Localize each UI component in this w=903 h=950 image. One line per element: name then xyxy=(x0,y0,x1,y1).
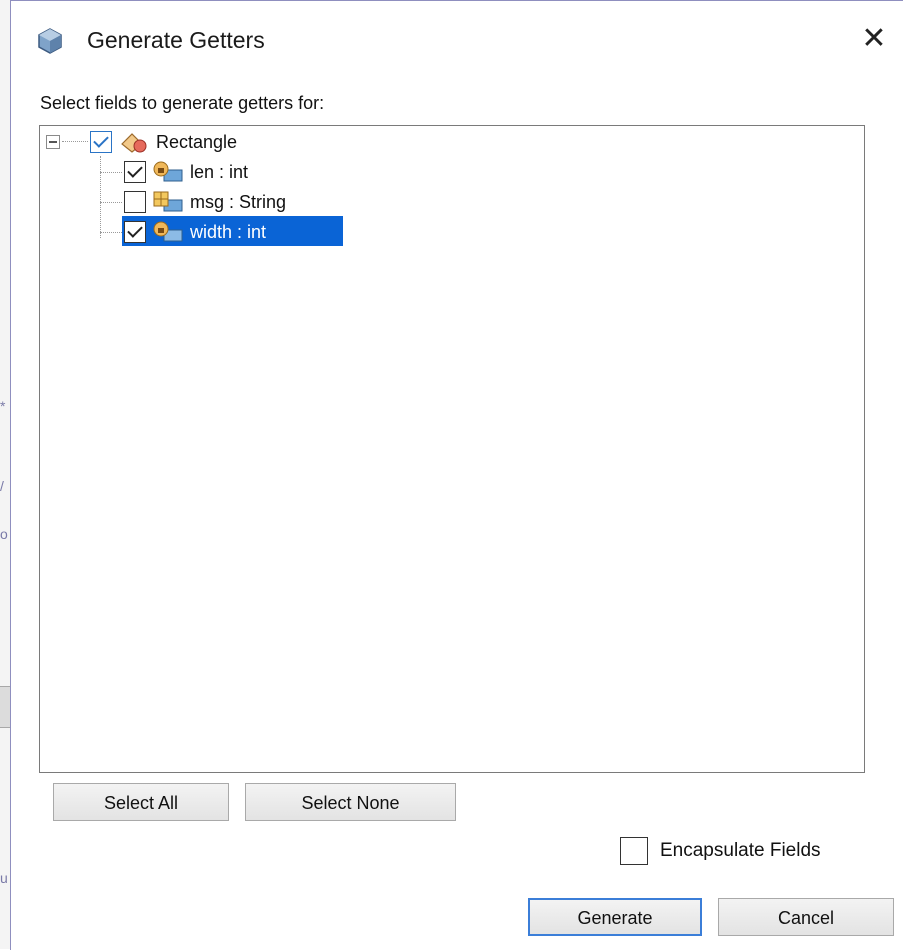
tree-connector xyxy=(100,172,122,173)
encapsulate-fields-option[interactable]: Encapsulate Fields xyxy=(620,837,821,865)
editor-glyph: / xyxy=(0,478,4,494)
tree-node-label: len : int xyxy=(190,161,249,182)
len-checkbox[interactable] xyxy=(124,161,146,183)
field-icon xyxy=(153,191,183,212)
editor-tab xyxy=(0,686,10,728)
fields-prompt-label: Select fields to generate getters for: xyxy=(40,93,325,113)
generate-getters-dialog: Generate Getters ✕ Select fields to gene… xyxy=(10,0,903,950)
cancel-button[interactable]: Cancel xyxy=(718,898,894,936)
select-none-button[interactable]: Select None xyxy=(245,783,456,821)
rectangle-checkbox[interactable] xyxy=(90,131,112,153)
tree-node-msg[interactable]: msg : String xyxy=(124,188,286,216)
dialog-title: Generate Getters xyxy=(87,27,265,53)
select-all-button[interactable]: Select All xyxy=(53,783,229,821)
class-icon xyxy=(121,133,147,153)
collapse-toggle[interactable] xyxy=(46,135,60,149)
title-bar[interactable]: Generate Getters ✕ xyxy=(11,1,903,81)
editor-glyph: u xyxy=(0,870,8,886)
tree-connector xyxy=(100,156,101,238)
close-icon: ✕ xyxy=(861,22,887,55)
tree-connector xyxy=(62,141,88,142)
editor-glyph: o xyxy=(0,526,8,542)
width-checkbox[interactable] xyxy=(124,221,146,243)
tree-node-label: Rectangle xyxy=(156,131,238,152)
tree-connector xyxy=(100,202,122,203)
private-field-icon xyxy=(153,161,183,182)
fields-tree[interactable]: Rectangle len : int msg : String width:… xyxy=(39,125,865,773)
close-button[interactable]: ✕ xyxy=(854,19,894,59)
tree-connector xyxy=(100,232,122,233)
tree-node-rectangle[interactable]: Rectangle xyxy=(90,128,237,156)
tree-node-width[interactable]: width : int xyxy=(124,218,266,246)
generate-button[interactable]: Generate xyxy=(528,898,702,936)
tree-node-label: msg : String xyxy=(190,191,287,212)
editor-glyph: * xyxy=(0,398,6,414)
tree-node-len[interactable]: len : int xyxy=(124,158,248,186)
private-field-icon xyxy=(153,221,183,242)
encapsulate-fields-label: Encapsulate Fields xyxy=(660,840,821,861)
msg-checkbox[interactable] xyxy=(124,191,146,213)
encapsulate-fields-checkbox[interactable] xyxy=(620,837,648,865)
netbeans-cube-icon xyxy=(38,28,62,54)
tree-node-label: width : int xyxy=(190,221,267,242)
